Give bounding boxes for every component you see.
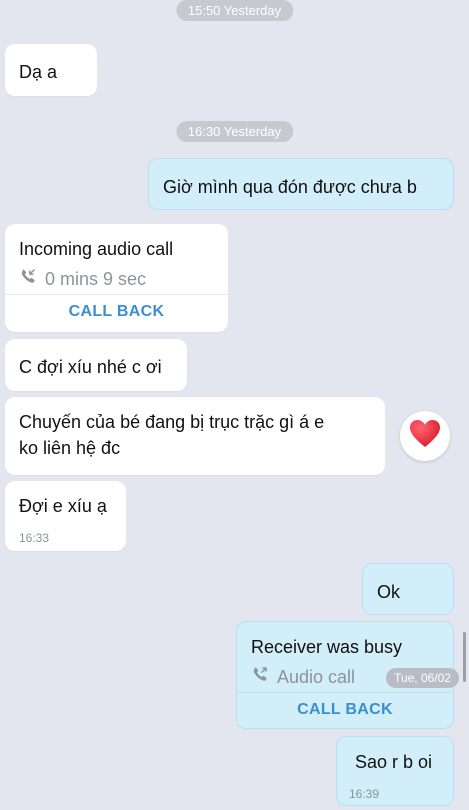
message-timestamp: 16:33: [19, 531, 50, 545]
message-bubble-incoming[interactable]: C đợi xíu nhé c ơi: [5, 339, 187, 391]
message-text: Chuyến của bé đang bị trục trặc gì á e: [19, 412, 325, 432]
message-bubble-incoming[interactable]: Dạ a: [5, 44, 97, 96]
reaction-button[interactable]: [400, 411, 450, 461]
message-bubble-incoming[interactable]: Chuyến của bé đang bị trục trặc gì á e k…: [5, 397, 385, 475]
phone-outgoing-icon: [251, 664, 277, 690]
message-bubble-incoming[interactable]: Đợi e xíu ạ 16:33: [5, 481, 126, 551]
message-text: Giờ mình qua đón được chưa b: [163, 177, 417, 197]
message-timestamp: 16:39: [349, 787, 380, 801]
message-bubble-outgoing[interactable]: Ok: [362, 563, 454, 615]
scrollbar[interactable]: [463, 632, 466, 682]
phone-incoming-icon: [19, 266, 45, 292]
call-card-incoming: Incoming audio call 0 mins 9 sec CALL BA…: [5, 224, 228, 332]
date-chip: Tue, 06/02: [386, 668, 459, 688]
call-details: 0 mins 9 sec: [19, 266, 146, 292]
call-back-button[interactable]: CALL BACK: [5, 299, 228, 325]
date-divider: 15:50 Yesterday: [175, 0, 294, 21]
call-details: Audio call: [251, 664, 355, 690]
divider: [237, 692, 453, 693]
message-bubble-outgoing[interactable]: Sao r b oi 16:39: [336, 736, 454, 806]
message-text: Sao r b oi: [355, 752, 433, 772]
call-title: Incoming audio call: [19, 239, 174, 259]
call-back-button[interactable]: CALL BACK: [237, 697, 453, 723]
message-text: ko liên hệ đc: [19, 438, 121, 458]
chat-thread[interactable]: 15:50 Yesterday Dạ a 16:30 Yesterday Giờ…: [0, 0, 469, 810]
call-duration: 0 mins 9 sec: [45, 269, 147, 289]
message-bubble-outgoing[interactable]: Giờ mình qua đón được chưa b: [148, 158, 454, 210]
message-text: Ok: [377, 582, 401, 602]
divider: [5, 294, 228, 295]
date-divider: 16:30 Yesterday: [175, 121, 294, 142]
call-type: Audio call: [277, 667, 356, 687]
message-text: C đợi xíu nhé c ơi: [19, 357, 162, 377]
message-text: Đợi e xíu ạ: [19, 496, 107, 516]
call-title: Receiver was busy: [251, 637, 403, 657]
message-text: Dạ a: [19, 62, 58, 82]
heart-icon: [409, 419, 441, 454]
